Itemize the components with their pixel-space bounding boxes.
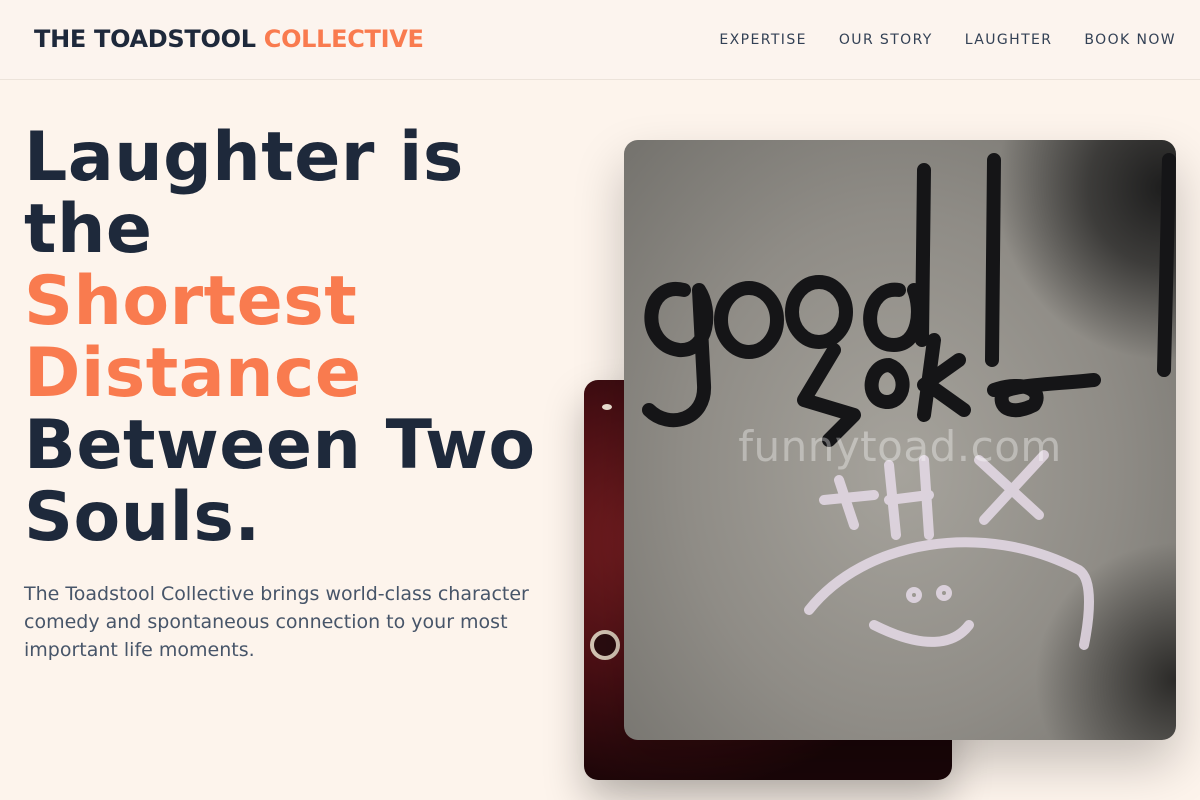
hero-title-line: Souls. [24,478,261,557]
hero-title: Laughter is the Shortest Distance Betwee… [24,122,584,554]
graffiti-photo: funnytoad.com [624,140,1176,740]
brand-name-accent: COLLECTIVE [263,25,424,53]
watermark: funnytoad.com [738,422,1062,471]
hero-title-line: the [24,190,153,269]
main-nav: EXPERTISE OUR STORY LAUGHTER BOOK NOW [719,32,1176,48]
site-header: THE TOADSTOOL COLLECTIVE EXPERTISE OUR S… [0,0,1200,80]
nav-link-book-now[interactable]: BOOK NOW [1084,32,1176,48]
nav-link-expertise[interactable]: EXPERTISE [719,32,806,48]
hero-subtitle: The Toadstool Collective brings world-cl… [24,583,529,661]
hero-title-highlight: Shortest [24,262,358,341]
stage-light [602,404,612,410]
brand-logo[interactable]: THE TOADSTOOL COLLECTIVE [34,25,424,53]
nav-link-our-story[interactable]: OUR STORY [839,32,933,48]
hero-title-highlight: Distance [24,334,362,413]
hero-title-line: Between Two [24,406,536,485]
nav-link-laughter[interactable]: LAUGHTER [965,32,1053,48]
stage-speaker [590,630,620,660]
hero-title-line: Laughter is [24,118,464,197]
brand-name: THE TOADSTOOL [34,25,256,53]
